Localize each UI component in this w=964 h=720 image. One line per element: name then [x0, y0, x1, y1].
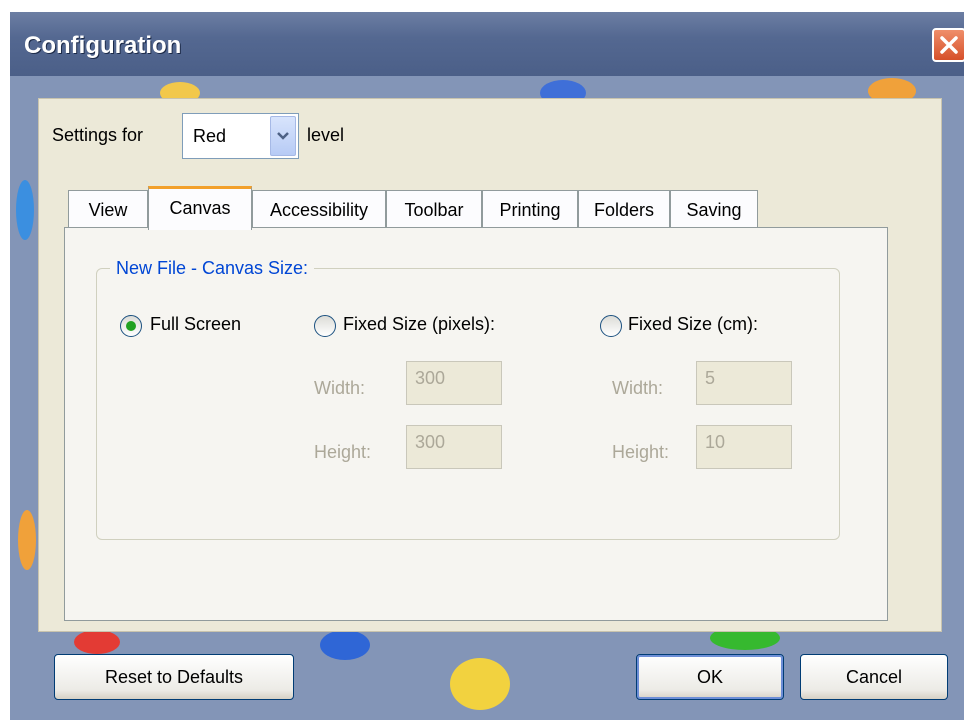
- pixels-height-label: Height:: [314, 442, 372, 462]
- cm-width-field[interactable]: 5: [696, 361, 792, 405]
- close-icon: [940, 36, 958, 54]
- pixels-width-value: 300: [415, 368, 446, 388]
- fixed-size-cm-label[interactable]: Fixed Size (cm):: [628, 314, 758, 335]
- paint-splat-decoration: [18, 510, 36, 570]
- reset-to-defaults-button[interactable]: Reset to Defaults: [54, 654, 294, 700]
- canvas-size-group-title: New File - Canvas Size:: [110, 258, 315, 279]
- dropdown-button[interactable]: [270, 116, 296, 156]
- pixels-height-value: 300: [415, 432, 446, 452]
- tab-saving[interactable]: Saving: [670, 190, 758, 227]
- cancel-button[interactable]: Cancel: [800, 654, 948, 700]
- title-bar: Configuration: [10, 12, 964, 76]
- paint-splat-decoration: [450, 658, 510, 710]
- level-select-value: Red: [193, 126, 227, 146]
- pixels-width-field[interactable]: 300: [406, 361, 502, 405]
- tab-folders[interactable]: Folders: [578, 190, 670, 227]
- cm-height-field[interactable]: 10: [696, 425, 792, 469]
- cm-width-label: Width:: [612, 378, 664, 398]
- paint-splat-decoration: [320, 630, 370, 660]
- ok-button[interactable]: OK: [636, 654, 784, 700]
- paint-splat-decoration: [16, 180, 34, 240]
- configuration-window: Configuration Settings for Red level Vie…: [0, 0, 964, 720]
- tab-toolbar[interactable]: Toolbar: [386, 190, 482, 227]
- tab-accessibility[interactable]: Accessibility: [252, 190, 386, 227]
- tab-view[interactable]: View: [68, 190, 148, 227]
- cm-height-value: 10: [705, 432, 726, 452]
- chevron-down-icon: [277, 132, 289, 140]
- window-title: Configuration: [24, 32, 182, 59]
- close-button[interactable]: [932, 28, 964, 62]
- tab-canvas[interactable]: Canvas: [148, 186, 252, 230]
- radio-selected-dot: [126, 321, 136, 331]
- fixed-size-cm-radio[interactable]: [600, 315, 622, 337]
- tab-printing[interactable]: Printing: [482, 190, 578, 227]
- cm-height-label: Height:: [612, 442, 670, 462]
- cm-width-value: 5: [705, 368, 716, 388]
- fixed-size-pixels-label[interactable]: Fixed Size (pixels):: [343, 314, 495, 335]
- pixels-width-label: Width:: [314, 378, 366, 398]
- full-screen-radio[interactable]: [120, 315, 142, 337]
- level-select[interactable]: Red: [182, 113, 299, 159]
- fixed-size-pixels-radio[interactable]: [314, 315, 336, 337]
- pixels-height-field[interactable]: 300: [406, 425, 502, 469]
- level-label: level: [307, 125, 345, 145]
- settings-for-label: Settings for: [52, 125, 144, 145]
- paint-splat-decoration: [74, 630, 120, 654]
- full-screen-label[interactable]: Full Screen: [150, 314, 241, 335]
